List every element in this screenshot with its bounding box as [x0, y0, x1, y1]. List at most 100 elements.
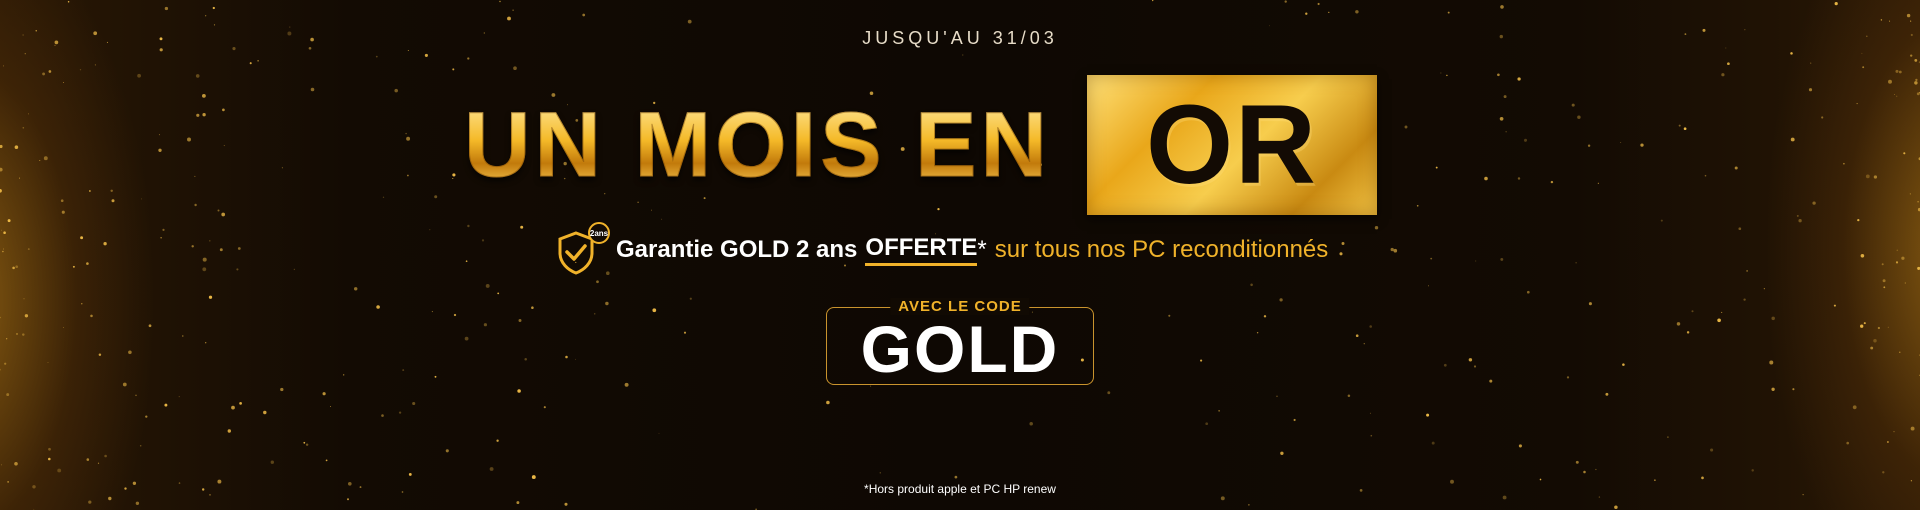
- sparkle-dot: [1863, 322, 1866, 325]
- sparkle-dot: [434, 195, 438, 199]
- sparkle-dot: [6, 338, 8, 340]
- sparkle-dot: [135, 501, 140, 505]
- sparkle-dot: [1834, 1, 1838, 6]
- sparkle-dot: [1704, 174, 1707, 177]
- sparkle-dot: [202, 267, 207, 272]
- guarantee-star: *: [977, 236, 987, 263]
- sparkle-dot: [7, 219, 11, 223]
- sparkle-dot: [305, 443, 309, 446]
- guarantee-line: 2ans Garantie GOLD 2 ans OFFERTE * sur t…: [554, 222, 1328, 278]
- shield-check-icon: 2ans: [558, 222, 610, 275]
- sparkle-dot: [81, 303, 83, 305]
- sparkle-dot: [518, 319, 522, 322]
- sparkle-dot: [1220, 496, 1225, 501]
- sparkle-dot: [1738, 227, 1742, 231]
- sparkle-dot: [135, 394, 137, 397]
- sparkle-dot: [465, 260, 468, 263]
- sparkle-dot: [1475, 260, 1477, 262]
- sparkle-dot: [1248, 504, 1250, 506]
- sparkle-dot: [1305, 12, 1308, 15]
- sparkle-dot: [27, 113, 30, 115]
- sparkle-dot: [689, 297, 692, 300]
- sparkle-dot: [164, 6, 169, 11]
- sparkle-dot: [1857, 218, 1860, 222]
- sparkle-dot: [217, 209, 220, 212]
- sparkle-dot: [452, 68, 455, 71]
- sparkle-dot: [98, 353, 102, 356]
- sparkle-dot: [1393, 248, 1398, 253]
- sparkle-dot: [1577, 115, 1581, 119]
- sparkle-dot: [303, 441, 306, 444]
- sparkle-dot: [1903, 152, 1906, 155]
- sparkle-dot: [452, 173, 456, 177]
- sparkle-dot: [1575, 262, 1577, 264]
- sparkle-dot: [1276, 395, 1278, 398]
- sparkle-dot: [1497, 73, 1500, 77]
- sparkle-dot: [565, 355, 568, 359]
- sparkle-dot: [205, 15, 207, 17]
- sparkle-dot: [1915, 78, 1918, 82]
- sparkle-dot: [1721, 311, 1723, 313]
- sparkle-dot: [1447, 11, 1450, 14]
- sparkle-dot: [1691, 310, 1694, 313]
- sparkle-dot: [122, 382, 127, 387]
- sparkle-dot: [1566, 376, 1570, 379]
- sparkle-dot: [564, 502, 568, 506]
- sparkle-dot: [1250, 283, 1253, 287]
- sparkle-dot: [1550, 180, 1554, 184]
- sparkle-dot: [187, 137, 191, 142]
- sparkle-dot: [1431, 441, 1435, 445]
- promo-banner[interactable]: JUSQU'AU 31/03 UN MOIS EN OR 2ans Garant…: [0, 0, 1920, 510]
- sparkle-dot: [1, 464, 2, 466]
- sparkle-dot: [227, 429, 231, 433]
- sparkle-dot: [57, 468, 62, 473]
- sparkle-dot: [1909, 193, 1911, 195]
- sparkle-dot: [1517, 177, 1521, 180]
- sparkle-dot: [1595, 468, 1597, 471]
- sparkle-dot: [1717, 318, 1721, 323]
- sparkle-dot: [1856, 103, 1858, 105]
- sparkle-dot: [94, 64, 96, 66]
- sparkle-dot: [1810, 62, 1812, 64]
- sparkle-dot: [249, 62, 252, 65]
- sparkle-dot: [3, 248, 4, 250]
- headline-or-text: OR: [1145, 82, 1318, 207]
- sparkle-dot: [496, 439, 499, 442]
- sparkle-dot: [222, 108, 225, 112]
- sparkle-dot: [191, 245, 194, 248]
- sparkle-dot: [452, 177, 454, 180]
- sparkle-dot: [1205, 422, 1209, 426]
- sparkle-dot: [24, 53, 26, 55]
- sparkle-dot: [202, 257, 207, 262]
- sparkle-dot: [1895, 69, 1899, 73]
- sparkle-dot: [1916, 92, 1920, 96]
- sparkle-dot: [524, 358, 527, 361]
- sparkle-dot: [962, 54, 964, 56]
- sparkle-dot: [1575, 460, 1579, 464]
- sparkle-dot: [1763, 288, 1765, 290]
- promo-code-box[interactable]: AVEC LE CODE GOLD: [826, 298, 1094, 385]
- sparkle-dot: [221, 212, 226, 217]
- sparkle-dot: [1877, 326, 1881, 330]
- sparkle-dot: [431, 311, 433, 313]
- sparkle-dot: [1796, 214, 1799, 217]
- sparkle-dot: [1107, 391, 1111, 395]
- guarantee-bold: Garantie GOLD 2 ans: [616, 236, 858, 263]
- promo-date: JUSQU'AU 31/03: [862, 28, 1058, 48]
- sparkle-dot: [223, 145, 225, 147]
- sparkle-dot: [1910, 20, 1912, 22]
- sparkle-dot: [1152, 0, 1154, 2]
- sparkle-dot: [47, 362, 49, 363]
- sparkle-dot: [1843, 162, 1845, 165]
- headline: UN MOIS EN OR: [464, 74, 1377, 216]
- sparkle-dot: [826, 400, 830, 405]
- sparkle-dot: [104, 454, 107, 458]
- sparkle-dot: [236, 268, 239, 271]
- sparkle-dot: [48, 457, 51, 461]
- promo-code-value[interactable]: GOLD: [827, 316, 1093, 382]
- sparkle-dot: [1440, 72, 1442, 74]
- sparkle-dot: [1517, 77, 1521, 81]
- sparkle-dot: [212, 6, 215, 10]
- sparkle-dot: [381, 414, 384, 417]
- sparkle-dot: [213, 24, 216, 26]
